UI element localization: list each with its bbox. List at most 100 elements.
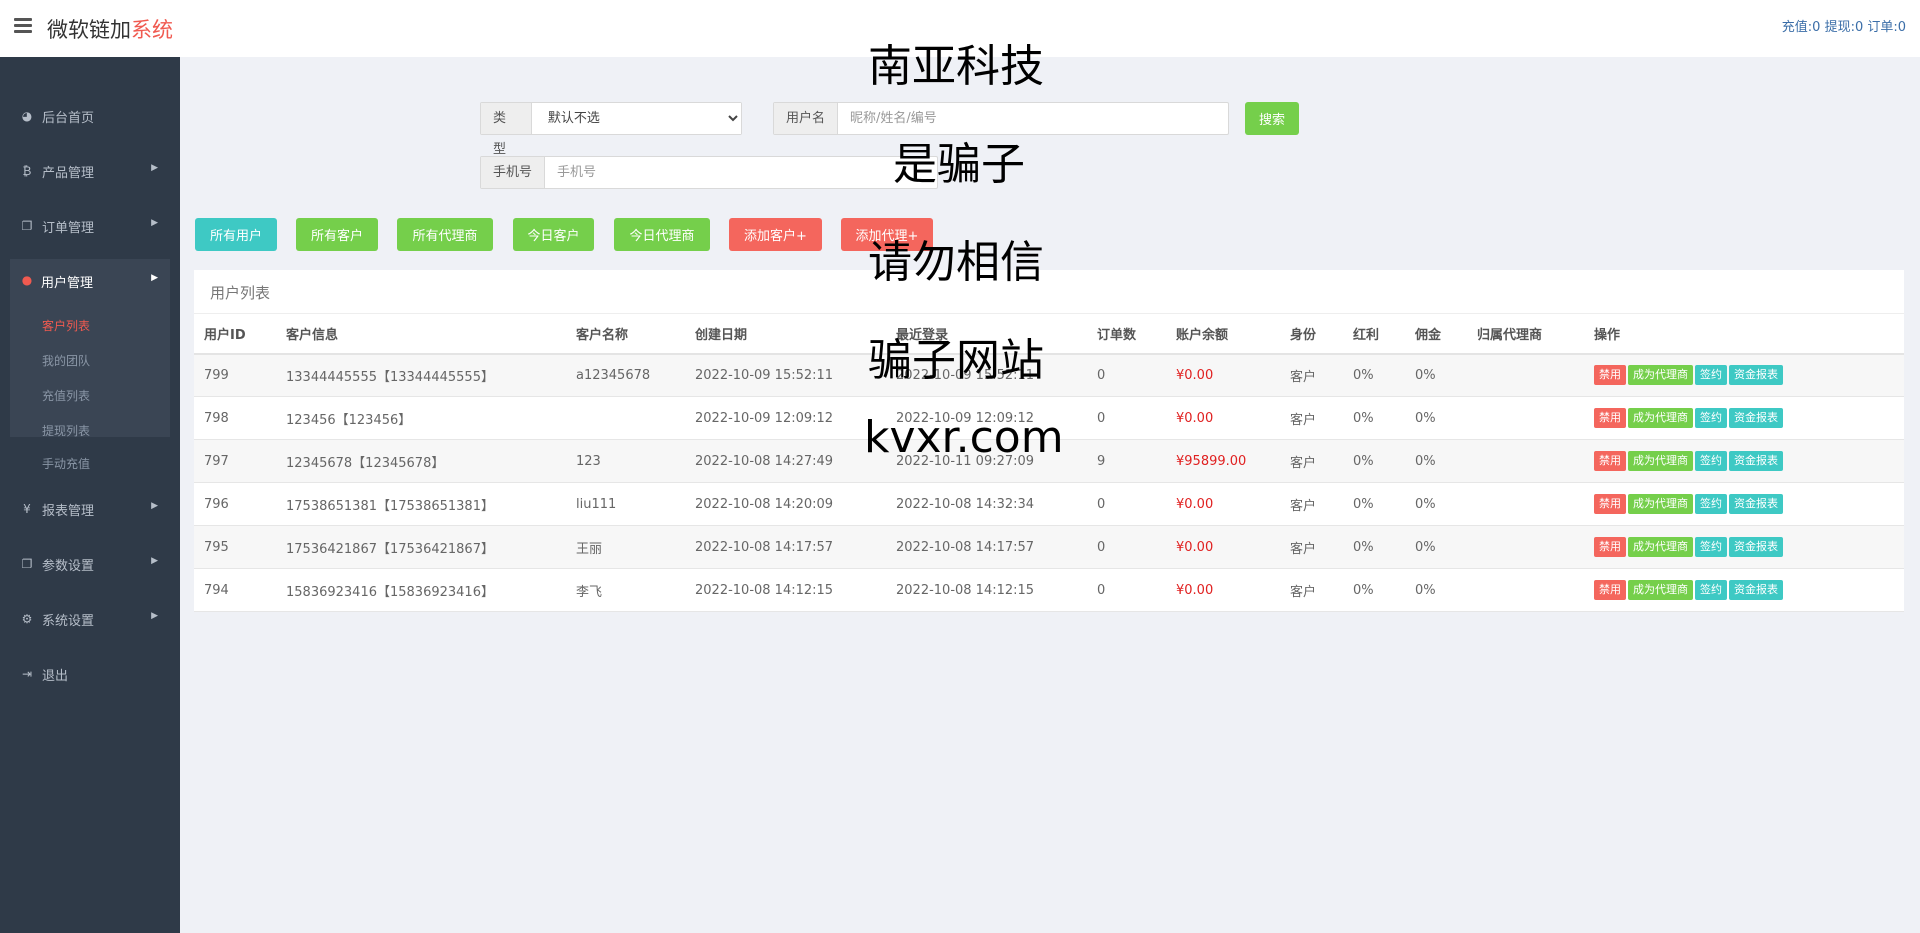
table-row[interactable]: 794 15836923416【15836923416】 李飞 2022-10-… xyxy=(194,568,1904,612)
cell-commission: 0% xyxy=(1405,396,1467,440)
sign-button[interactable]: 签约 xyxy=(1695,537,1727,557)
make-agent-button[interactable]: 成为代理商 xyxy=(1628,580,1693,600)
fund-report-button[interactable]: 资金报表 xyxy=(1729,580,1783,600)
logo-main-text: 微软链加 xyxy=(47,18,131,42)
disable-button[interactable]: 禁用 xyxy=(1594,494,1626,514)
col-header: 客户名称 xyxy=(566,313,685,355)
fund-report-button[interactable]: 资金报表 xyxy=(1729,365,1783,386)
fund-report-button[interactable]: 资金报表 xyxy=(1729,451,1783,471)
all-agents-button[interactable]: 所有代理商 xyxy=(397,218,493,251)
disable-button[interactable]: 禁用 xyxy=(1594,537,1626,557)
submenu-item-customer-list[interactable]: 客户列表 xyxy=(42,317,90,334)
sign-button[interactable]: 签约 xyxy=(1695,408,1727,428)
cell-orders: 0 xyxy=(1087,525,1166,569)
phone-input[interactable] xyxy=(545,157,936,188)
type-select[interactable]: 默认不选 xyxy=(531,103,741,134)
disable-button[interactable]: 禁用 xyxy=(1594,408,1626,428)
cell-actions: 禁用 成为代理商 签约 资金报表 xyxy=(1584,439,1904,483)
cell-commission: 0% xyxy=(1405,525,1467,569)
make-agent-button[interactable]: 成为代理商 xyxy=(1628,365,1693,386)
make-agent-button[interactable]: 成为代理商 xyxy=(1628,451,1693,471)
cell-created: 2022-10-09 15:52:11 xyxy=(685,353,886,397)
table-row[interactable]: 795 17536421867【17536421867】 王丽 2022-10-… xyxy=(194,525,1904,569)
cell-role: 客户 xyxy=(1280,482,1343,526)
sign-button[interactable]: 签约 xyxy=(1695,365,1727,386)
search-button[interactable]: 搜索 xyxy=(1245,102,1299,135)
overlay-text-line3: 请勿相信 xyxy=(868,237,1044,288)
add-customer-button[interactable]: 添加客户+ xyxy=(729,218,822,251)
make-agent-button[interactable]: 成为代理商 xyxy=(1628,537,1693,557)
fund-report-button[interactable]: 资金报表 xyxy=(1729,494,1783,514)
cell-role: 客户 xyxy=(1280,439,1343,483)
sidebar-item-orders[interactable]: ❐ 订单管理 ▶ xyxy=(0,199,180,254)
sidebar-item-params[interactable]: ❐ 参数设置 ▶ xyxy=(0,537,180,592)
dashboard-icon: ◕ xyxy=(21,109,33,123)
cell-id: 794 xyxy=(194,568,276,612)
cell-commission: 0% xyxy=(1405,439,1467,483)
submenu-item-manual-recharge[interactable]: 手动充值 xyxy=(42,455,90,472)
col-header: 操作 xyxy=(1584,313,1904,355)
sidebar-item-system[interactable]: ⚙ 系统设置 ▶ xyxy=(0,592,180,647)
today-agents-button[interactable]: 今日代理商 xyxy=(614,218,710,251)
cell-info: 17536421867【17536421867】 xyxy=(276,525,566,569)
today-customers-button[interactable]: 今日客户 xyxy=(513,218,594,251)
col-header: 红利 xyxy=(1343,313,1405,355)
sidebar-item-users[interactable]: ● 用户管理 ▶ xyxy=(10,259,170,304)
sign-button[interactable]: 签约 xyxy=(1695,451,1727,471)
cell-agent xyxy=(1467,525,1584,569)
submenu-item-my-team[interactable]: 我的团队 xyxy=(42,352,90,369)
gears-icon: ⚙ xyxy=(21,612,33,626)
disable-button[interactable]: 禁用 xyxy=(1594,365,1626,386)
cell-orders: 9 xyxy=(1087,439,1166,483)
sidebar-item-label: 退出 xyxy=(42,669,69,684)
sidebar-item-logout[interactable]: ⇥ 退出 xyxy=(0,647,180,702)
cell-actions: 禁用 成为代理商 签约 资金报表 xyxy=(1584,568,1904,612)
sidebar-item-products[interactable]: ₿ 产品管理 ▶ xyxy=(0,144,180,199)
table-row[interactable]: 799 13344445555【13344445555】 a12345678 2… xyxy=(194,353,1904,397)
phone-label: 手机号 xyxy=(481,157,546,188)
cell-name: 123 xyxy=(566,439,685,483)
cell-actions: 禁用 成为代理商 签约 资金报表 xyxy=(1584,525,1904,569)
sidebar-item-home[interactable]: ◕ 后台首页 xyxy=(0,89,180,144)
overlay-text-line1: 南亚科技 xyxy=(868,41,1044,92)
overlay-text-line5: kvxr.com xyxy=(864,412,1064,463)
cell-info: 12345678【12345678】 xyxy=(276,439,566,483)
yen-icon: ¥ xyxy=(23,502,31,516)
cell-balance: ¥0.00 xyxy=(1166,525,1280,569)
table-row[interactable]: 796 17538651381【17538651381】 liu111 2022… xyxy=(194,482,1904,526)
sign-button[interactable]: 签约 xyxy=(1695,580,1727,600)
cell-agent xyxy=(1467,482,1584,526)
submenu-item-withdraw-list[interactable]: 提现列表 xyxy=(42,422,90,439)
users-submenu: 客户列表 我的团队 充值列表 提现列表 xyxy=(10,304,170,439)
fund-report-button[interactable]: 资金报表 xyxy=(1729,408,1783,428)
header-stats[interactable]: 充值:0 提现:0 订单:0 xyxy=(1782,16,1906,35)
cell-bonus: 0% xyxy=(1343,482,1405,526)
cell-id: 795 xyxy=(194,525,276,569)
copy-icon: ❐ xyxy=(21,219,33,233)
cell-name: 王丽 xyxy=(566,525,685,569)
cell-created: 2022-10-09 12:09:12 xyxy=(685,396,886,440)
sign-button[interactable]: 签约 xyxy=(1695,494,1727,514)
table-header-row: 用户ID 客户信息 客户名称 创建日期 最近登录 订单数 账户余额 身份 红利 … xyxy=(194,313,1904,355)
cell-created: 2022-10-08 14:20:09 xyxy=(685,482,886,526)
make-agent-button[interactable]: 成为代理商 xyxy=(1628,494,1693,514)
fund-report-button[interactable]: 资金报表 xyxy=(1729,537,1783,557)
cell-orders: 0 xyxy=(1087,396,1166,440)
cell-id: 797 xyxy=(194,439,276,483)
disable-button[interactable]: 禁用 xyxy=(1594,451,1626,471)
menu-toggle-icon[interactable] xyxy=(14,18,32,34)
cell-created: 2022-10-08 14:12:15 xyxy=(685,568,886,612)
cell-balance: ¥0.00 xyxy=(1166,396,1280,440)
type-label: 类型 xyxy=(481,103,532,157)
all-customers-button[interactable]: 所有客户 xyxy=(296,218,378,251)
sidebar-item-label: 报表管理 xyxy=(42,504,95,519)
cell-bonus: 0% xyxy=(1343,525,1405,569)
app-logo[interactable]: 微软链加系统 xyxy=(47,14,173,44)
sidebar-item-reports[interactable]: ¥ 报表管理 ▶ xyxy=(0,482,180,537)
disable-button[interactable]: 禁用 xyxy=(1594,580,1626,600)
submenu-item-recharge-list[interactable]: 充值列表 xyxy=(42,387,90,404)
cell-orders: 0 xyxy=(1087,353,1166,397)
cell-last-login: 2022-10-08 14:32:34 xyxy=(886,482,1087,526)
make-agent-button[interactable]: 成为代理商 xyxy=(1628,408,1693,428)
all-users-button[interactable]: 所有用户 xyxy=(195,218,277,251)
